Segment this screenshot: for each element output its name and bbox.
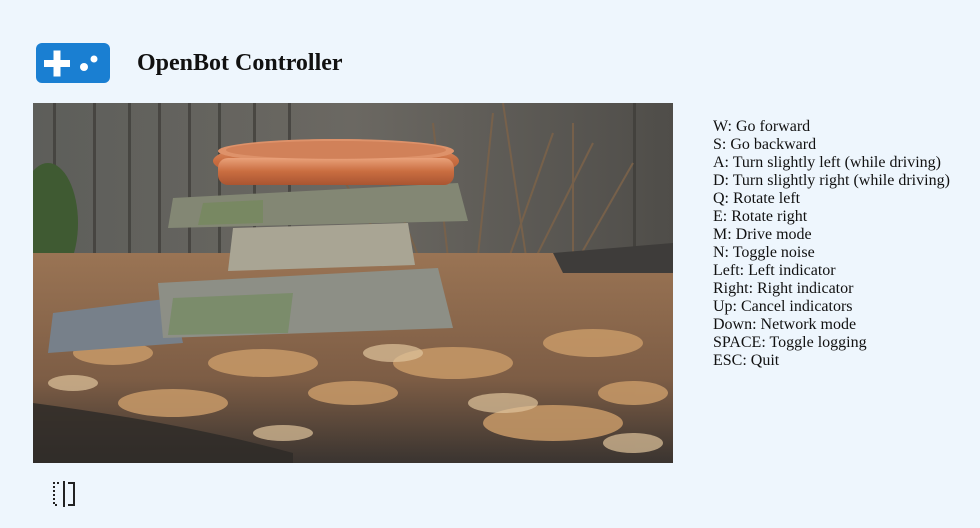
key-bindings-list: W: Go forward S: Go backward A: Turn sli… bbox=[713, 118, 950, 370]
key-binding: N: Toggle noise bbox=[713, 244, 815, 261]
header: OpenBot Controller bbox=[36, 43, 343, 83]
key-binding: Up: Cancel indicators bbox=[713, 298, 853, 315]
key-binding: W: Go forward bbox=[713, 118, 811, 135]
key-binding: D: Turn slightly right (while driving) bbox=[713, 172, 950, 189]
camera-feed-image bbox=[33, 103, 673, 463]
key-binding: Right: Right indicator bbox=[713, 280, 854, 297]
key-binding: ESC: Quit bbox=[713, 352, 780, 369]
page-title: OpenBot Controller bbox=[137, 50, 343, 76]
key-binding: E: Rotate right bbox=[713, 208, 808, 225]
key-binding: A: Turn slightly left (while driving) bbox=[713, 154, 941, 171]
key-binding: Down: Network mode bbox=[713, 316, 857, 333]
key-binding: Left: Left indicator bbox=[713, 262, 836, 279]
key-binding: S: Go backward bbox=[713, 136, 817, 153]
key-binding: Q: Rotate left bbox=[713, 190, 801, 207]
key-binding: SPACE: Toggle logging bbox=[713, 334, 867, 351]
split-view-icon[interactable] bbox=[50, 480, 78, 508]
gamepad-icon bbox=[36, 43, 110, 83]
key-binding: M: Drive mode bbox=[713, 226, 812, 243]
camera-feed bbox=[33, 103, 673, 463]
